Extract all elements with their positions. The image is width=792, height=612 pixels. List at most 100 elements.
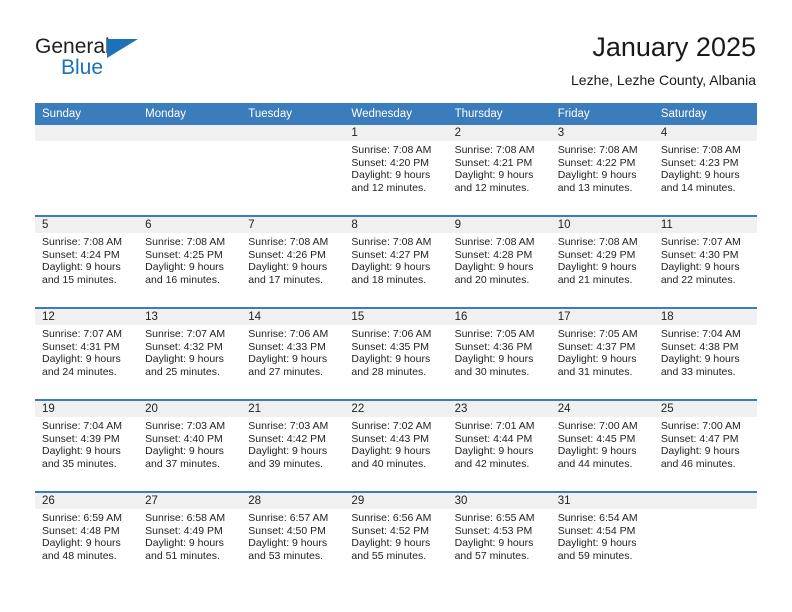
day-cell-inner <box>241 125 345 215</box>
calendar-day-cell[interactable]: 30 Sunrise: 6:55 AM Sunset: 4:53 PM Dayligh… <box>447 491 551 583</box>
daylight-duration-line2: and 35 minutes. <box>42 457 117 470</box>
calendar-day-cell[interactable]: 2 Sunrise: 7:08 AM Sunset: 4:21 PM Daylight… <box>447 125 551 216</box>
daylight-duration-line2: and 42 minutes. <box>454 457 530 470</box>
calendar-day-cell[interactable]: 3 Sunrise: 7:08 AM Sunset: 4:22 PM Daylight… <box>550 125 654 216</box>
day-cell-inner: 29 Sunrise: 6:56 AM Sunset: 4:52 PM Dayligh… <box>344 493 448 583</box>
day-sun-info: Sunrise: 7:08 AM Sunset: 4:29 PM Daylight:… <box>551 233 654 286</box>
day-cell-inner: 3 Sunrise: 7:08 AM Sunset: 4:22 PM Daylight… <box>550 125 654 215</box>
sunset-time: Sunset: 4:47 PM <box>660 432 739 445</box>
day-sun-info: Sunrise: 7:00 AM Sunset: 4:45 PM Daylight:… <box>551 417 654 470</box>
sunrise-time: Sunrise: 7:08 AM <box>557 144 638 156</box>
sunset-time: Sunset: 4:24 PM <box>42 248 120 261</box>
day-cell-inner <box>35 125 139 215</box>
sunset-time: Sunset: 4:53 PM <box>454 524 533 537</box>
day-number: 21 <box>241 401 345 417</box>
sunrise-time: Sunrise: 7:08 AM <box>660 144 741 156</box>
page-header: General Blue January 2025 Lezhe, Lezhe C… <box>0 0 792 103</box>
day-number: 13 <box>138 309 242 325</box>
daylight-duration-line1: Daylight: 9 hours <box>145 353 224 366</box>
calendar-day-cell[interactable]: 21 Sunrise: 7:03 AM Sunset: 4:42 PM Dayligh… <box>241 399 345 492</box>
calendar-day-cell[interactable]: 13 Sunrise: 7:07 AM Sunset: 4:32 PM Dayligh… <box>138 307 242 400</box>
day-number: 15 <box>344 309 448 325</box>
day-number: 3 <box>550 125 654 141</box>
day-sun-info: Sunrise: 7:04 AM Sunset: 4:38 PM Daylight:… <box>654 325 757 378</box>
day-cell-inner: 22 Sunrise: 7:02 AM Sunset: 4:43 PM Dayligh… <box>344 401 448 491</box>
day-cell-inner: 31 Sunrise: 6:54 AM Sunset: 4:54 PM Dayligh… <box>550 493 654 583</box>
day-cell-inner: 27 Sunrise: 6:58 AM Sunset: 4:49 PM Dayligh… <box>138 493 242 583</box>
general-blue-logo[interactable]: General Blue <box>35 36 235 86</box>
calendar-day-cell[interactable]: 7 Sunrise: 7:08 AM Sunset: 4:26 PM Daylight… <box>241 215 345 308</box>
daylight-duration-line1: Daylight: 9 hours <box>557 353 637 366</box>
calendar-day-cell[interactable]: 9 Sunrise: 7:08 AM Sunset: 4:28 PM Daylight… <box>447 215 551 308</box>
calendar-day-cell[interactable]: 29 Sunrise: 6:56 AM Sunset: 4:52 PM Dayligh… <box>344 491 448 583</box>
daylight-duration-line1: Daylight: 9 hours <box>351 261 431 274</box>
calendar-day-cell[interactable]: 17 Sunrise: 7:05 AM Sunset: 4:37 PM Dayligh… <box>550 307 654 400</box>
calendar-day-cell[interactable]: 8 Sunrise: 7:08 AM Sunset: 4:27 PM Daylight… <box>344 215 448 308</box>
sunset-time: Sunset: 4:29 PM <box>557 248 636 261</box>
day-number: 29 <box>344 493 448 509</box>
sunrise-time: Sunrise: 7:08 AM <box>351 144 432 156</box>
day-cell-inner: 9 Sunrise: 7:08 AM Sunset: 4:28 PM Daylight… <box>447 217 551 307</box>
sunset-time: Sunset: 4:23 PM <box>660 156 739 169</box>
daylight-duration-line2: and 40 minutes. <box>351 457 427 470</box>
calendar-day-cell[interactable]: 25 Sunrise: 7:00 AM Sunset: 4:47 PM Dayligh… <box>653 399 757 492</box>
calendar-day-cell[interactable]: 24 Sunrise: 7:00 AM Sunset: 4:45 PM Dayligh… <box>550 399 654 492</box>
day-number: 19 <box>35 401 139 417</box>
sunrise-time: Sunrise: 7:07 AM <box>42 328 122 340</box>
calendar-day-cell[interactable]: 22 Sunrise: 7:02 AM Sunset: 4:43 PM Dayligh… <box>344 399 448 492</box>
calendar-day-cell[interactable]: 11 Sunrise: 7:07 AM Sunset: 4:30 PM Dayligh… <box>653 215 757 308</box>
sunset-time: Sunset: 4:27 PM <box>351 248 430 261</box>
day-number: 31 <box>550 493 654 509</box>
day-sun-info: Sunrise: 7:08 AM Sunset: 4:22 PM Daylight:… <box>551 141 654 194</box>
calendar-day-cell[interactable]: 4 Sunrise: 7:08 AM Sunset: 4:23 PM Daylight… <box>653 125 757 216</box>
calendar-day-cell[interactable]: 14 Sunrise: 7:06 AM Sunset: 4:33 PM Dayligh… <box>241 307 345 400</box>
day-number: 28 <box>241 493 345 509</box>
calendar-day-cell[interactable]: 18 Sunrise: 7:04 AM Sunset: 4:38 PM Dayligh… <box>653 307 757 400</box>
day-number: 4 <box>653 125 757 141</box>
calendar-cell-empty <box>653 491 757 583</box>
day-sun-info: Sunrise: 6:56 AM Sunset: 4:52 PM Daylight:… <box>344 509 447 562</box>
daylight-duration-line1: Daylight: 9 hours <box>248 537 328 550</box>
daylight-duration-line1: Daylight: 9 hours <box>557 445 637 458</box>
sunset-time: Sunset: 4:42 PM <box>248 432 326 445</box>
sunrise-time: Sunrise: 7:01 AM <box>454 420 535 432</box>
calendar-day-cell[interactable]: 23 Sunrise: 7:01 AM Sunset: 4:44 PM Dayligh… <box>447 399 551 492</box>
sunset-time: Sunset: 4:43 PM <box>351 432 430 445</box>
sunset-time: Sunset: 4:31 PM <box>42 340 120 353</box>
calendar-day-cell[interactable]: 16 Sunrise: 7:05 AM Sunset: 4:36 PM Dayligh… <box>447 307 551 400</box>
calendar-page: General Blue January 2025 Lezhe, Lezhe C… <box>0 0 792 612</box>
day-sun-info: Sunrise: 7:08 AM Sunset: 4:26 PM Daylight:… <box>241 233 344 286</box>
sunrise-time: Sunrise: 6:54 AM <box>557 512 638 524</box>
weekday-header-friday: Friday <box>550 103 654 125</box>
title-block: January 2025 Lezhe, Lezhe County, Albani… <box>571 30 756 89</box>
calendar-day-cell[interactable]: 27 Sunrise: 6:58 AM Sunset: 4:49 PM Dayligh… <box>138 491 242 583</box>
daylight-duration-line1: Daylight: 9 hours <box>557 537 637 550</box>
day-cell-inner: 8 Sunrise: 7:08 AM Sunset: 4:27 PM Daylight… <box>344 217 448 307</box>
calendar-day-cell[interactable]: 19 Sunrise: 7:04 AM Sunset: 4:39 PM Dayligh… <box>35 399 139 492</box>
calendar-day-cell[interactable]: 31 Sunrise: 6:54 AM Sunset: 4:54 PM Dayligh… <box>550 491 654 583</box>
daylight-duration-line2: and 37 minutes. <box>145 457 220 470</box>
sunrise-time: Sunrise: 7:08 AM <box>351 236 432 248</box>
calendar-day-cell[interactable]: 28 Sunrise: 6:57 AM Sunset: 4:50 PM Dayligh… <box>241 491 345 583</box>
calendar-day-cell[interactable]: 6 Sunrise: 7:08 AM Sunset: 4:25 PM Daylight… <box>138 215 242 308</box>
sunrise-time: Sunrise: 7:05 AM <box>454 328 535 340</box>
sunrise-time: Sunrise: 7:06 AM <box>351 328 432 340</box>
sunset-time: Sunset: 4:21 PM <box>454 156 533 169</box>
logo-text-blue: Blue <box>61 56 104 79</box>
daylight-duration-line2: and 13 minutes. <box>557 181 633 194</box>
calendar-day-cell[interactable]: 5 Sunrise: 7:08 AM Sunset: 4:24 PM Daylight… <box>35 215 139 308</box>
calendar-day-cell[interactable]: 12 Sunrise: 7:07 AM Sunset: 4:31 PM Dayligh… <box>35 307 139 400</box>
daylight-duration-line1: Daylight: 9 hours <box>660 353 740 366</box>
calendar-week-row: 26 Sunrise: 6:59 AM Sunset: 4:48 PM Dayligh… <box>35 491 757 583</box>
calendar-day-cell[interactable]: 15 Sunrise: 7:06 AM Sunset: 4:35 PM Dayligh… <box>344 307 448 400</box>
calendar-day-cell[interactable]: 1 Sunrise: 7:08 AM Sunset: 4:20 PM Daylight… <box>344 125 448 216</box>
day-cell-inner: 1 Sunrise: 7:08 AM Sunset: 4:20 PM Daylight… <box>344 125 448 215</box>
day-sun-info: Sunrise: 6:55 AM Sunset: 4:53 PM Daylight:… <box>448 509 551 562</box>
day-cell-inner: 30 Sunrise: 6:55 AM Sunset: 4:53 PM Dayligh… <box>447 493 551 583</box>
day-number: 16 <box>447 309 551 325</box>
day-number: 10 <box>550 217 654 233</box>
day-cell-inner <box>138 125 242 215</box>
calendar-day-cell[interactable]: 20 Sunrise: 7:03 AM Sunset: 4:40 PM Dayligh… <box>138 399 242 492</box>
calendar-day-cell[interactable]: 10 Sunrise: 7:08 AM Sunset: 4:29 PM Dayligh… <box>550 215 654 308</box>
calendar-day-cell[interactable]: 26 Sunrise: 6:59 AM Sunset: 4:48 PM Dayligh… <box>35 491 139 583</box>
